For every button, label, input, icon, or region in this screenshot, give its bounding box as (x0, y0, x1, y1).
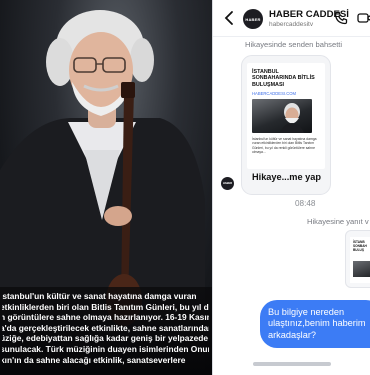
caption-line: kın'ın da sahne alacağı etkinlik, sanats… (2, 354, 186, 365)
back-arrow-icon[interactable] (223, 10, 235, 26)
shared-story-photo (252, 99, 312, 133)
replied-story-thumbnail[interactable]: İSTANB SONBAH BULUŞ (345, 230, 370, 288)
story-caption: İstanbul'un kültür ve sanat hayatına dam… (0, 287, 213, 375)
shared-story-card[interactable]: İSTANBUL SONBAHARINDA BİTLİS BULUŞMASI H… (241, 55, 331, 195)
avatar[interactable]: HABER (243, 9, 263, 29)
contact-handle: habercaddesitv (269, 21, 314, 28)
message-line: Bu bilgiye nereden (268, 307, 345, 317)
home-indicator[interactable] (253, 362, 331, 366)
thumbnail-portrait (280, 103, 304, 133)
replied-story-photo (353, 261, 370, 277)
caption-line: n görüntülere sahne olmaya hazırlanıyor.… (2, 312, 209, 323)
message-line: arkadaşlar? (268, 329, 317, 340)
message-timestamp: 08:48 (295, 199, 316, 208)
title-line: BULUŞMASI (252, 81, 285, 88)
avatar-text: HABER (222, 182, 233, 185)
video-call-icon[interactable] (357, 12, 370, 24)
replied-story-preview: İSTANB SONBAH BULUŞ (350, 237, 370, 283)
title-line: BULUŞ (353, 247, 364, 252)
shared-story-body: İstanbul'un kültür ve sanat hayatına dam… (252, 137, 317, 155)
story-card[interactable]: İstanbul'un kültür ve sanat hayatına dam… (0, 0, 213, 375)
dm-screen: HABER HABER CADDESİ habercaddesitv Hikay… (212, 0, 370, 375)
avatar-text: HABER (245, 16, 261, 22)
shared-story-label: Hikaye...me yap (252, 172, 321, 182)
shared-story-preview: İSTANBUL SONBAHARINDA BİTLİS BULUŞMASI H… (247, 63, 325, 169)
caption-line: üziğe, edebiyattan sağlığa kadar geniş b… (2, 333, 209, 344)
chat-header: HABER HABER CADDESİ habercaddesitv (213, 0, 370, 37)
shared-story-title: İSTANBUL SONBAHARINDA BİTLİS BULUŞMASI (252, 69, 315, 88)
replied-story-title: İSTANB SONBAH BULUŞ (353, 240, 367, 253)
outgoing-message-bubble[interactable]: Bu bilgiye nereden ulaştınız,benim haber… (260, 300, 370, 348)
phone-icon[interactable] (334, 11, 348, 25)
sender-avatar[interactable]: HABER (221, 177, 234, 190)
caption-line: sunulacak. Türk müziğinin duayen isimler… (2, 343, 209, 354)
story-mention-notice: Hikayesinde senden bahsetti (245, 40, 343, 49)
shared-story-link: HABERCADDESI.COM (252, 91, 296, 96)
message-line: ulaştınız,benim haberim (268, 318, 366, 329)
story-reply-notice: Hikayesine yanıt v (307, 217, 369, 226)
caption-line: İstanbul'un kültür ve sanat hayatına dam… (2, 291, 197, 301)
title-line: SONBAHARINDA BİTLİS (252, 75, 315, 82)
caption-line: a'da gerçekleştirilecek etkinlikte, sahn… (2, 322, 209, 333)
caption-line: etkinliklerden biri olan Bitlis Tanıtım … (2, 301, 209, 312)
